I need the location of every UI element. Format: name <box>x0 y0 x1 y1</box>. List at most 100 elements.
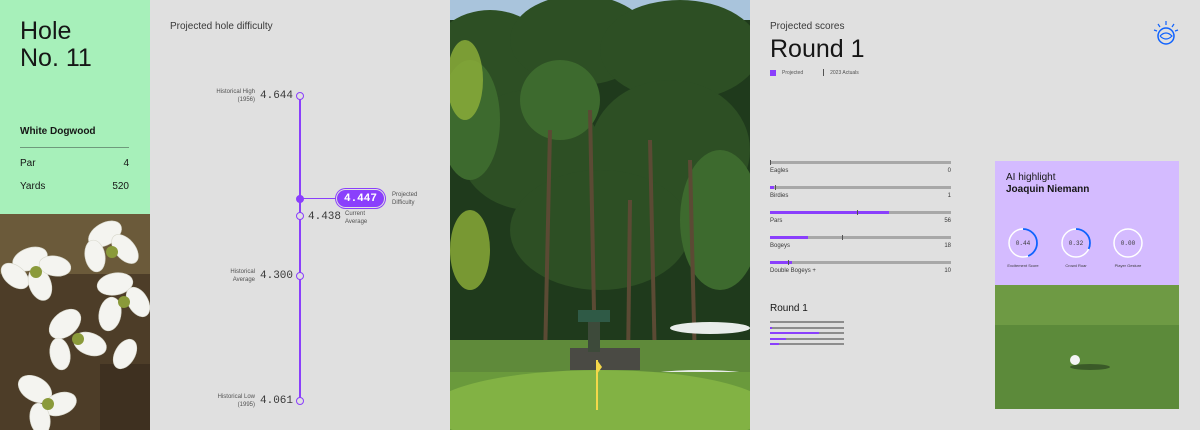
ai-gauge: 0.44 <box>1007 227 1039 259</box>
score-bar-label: Birdies 1 <box>770 193 951 199</box>
ibm-watson-logo-icon <box>1153 21 1179 45</box>
point-label-current-average: Current Average <box>345 210 405 226</box>
score-bar-projected <box>770 236 808 239</box>
hole-title-line2: No. 11 <box>20 44 92 72</box>
mini-bar-fill <box>770 326 773 329</box>
stat-label: Par <box>20 158 36 169</box>
putt-video-thumbnail[interactable] <box>995 285 1179 409</box>
projected-difficulty-label: Projected Difficulty <box>392 191 450 207</box>
score-bar-actual-marker <box>788 260 790 265</box>
score-category: Eagles <box>770 168 789 174</box>
label-line: Historical High <box>216 89 255 95</box>
gauge-value: 0.44 <box>1015 239 1031 247</box>
ai-highlight-player: Joaquin Niemann <box>1006 184 1090 195</box>
score-category: Double Bogeys + <box>770 268 816 274</box>
stat-value: 4 <box>123 158 129 169</box>
score-count: 0 <box>947 168 951 174</box>
augusta-hole-11-illustration <box>450 0 750 430</box>
gauge-caption: Excitement Score <box>1007 263 1039 268</box>
gauge-caption: Crowd Roar <box>1065 263 1087 268</box>
projected-difficulty-badge: 4.447 <box>337 190 384 207</box>
point-node <box>296 397 304 405</box>
mini-bar-track <box>770 326 844 329</box>
mini-bar-track <box>770 337 844 340</box>
score-count: 56 <box>944 218 951 224</box>
point-value-historical-low: 4.061 <box>260 395 294 407</box>
score-bar-projected <box>770 211 890 214</box>
label-line: (1995) <box>237 402 255 408</box>
hole-info-column: Hole No. 11 White Dogwood Par 4 Yards 52… <box>0 0 150 430</box>
point-node <box>296 272 304 280</box>
hole-divider <box>20 147 129 148</box>
score-bar-label: Double Bogeys + 10 <box>770 268 951 274</box>
point-value-historical-average: 4.300 <box>260 270 294 282</box>
score-bar-actual-marker <box>770 160 771 165</box>
legend-actual-label: 2023 Actuals <box>830 69 859 76</box>
score-bar-actual-marker <box>856 210 858 215</box>
mini-bar-track <box>770 343 844 345</box>
label-line: Average <box>345 219 368 225</box>
mini-bar-fill <box>770 337 786 340</box>
gauge-value: 0.32 <box>1068 239 1084 247</box>
label-line: Projected <box>392 192 418 198</box>
stat-row-par: Par 4 <box>20 158 129 169</box>
hole-name: White Dogwood <box>20 126 96 137</box>
legend-projected-label: Projected <box>782 69 804 76</box>
round-1-section-title: Round 1 <box>770 303 808 314</box>
scores-column: Projected scores Round 1 Projected 2023 … <box>750 0 1200 430</box>
point-value-current-average: 4.438 <box>308 211 342 223</box>
dogwood-flower-image <box>0 214 150 430</box>
difficulty-title: Projected hole difficulty <box>170 21 273 32</box>
score-category: Bogeys <box>770 243 791 249</box>
score-bar-track <box>770 160 951 165</box>
gauge-caption: Player Gesture <box>1114 263 1142 268</box>
point-value-historical-high: 4.644 <box>260 90 294 102</box>
difficulty-axis-line <box>299 96 301 401</box>
label-line: Average <box>232 277 255 283</box>
ai-highlight-card[interactable]: AI highlight Joaquin Niemann 0.44 Excitem… <box>995 161 1179 285</box>
score-bar-label: Eagles 0 <box>770 168 951 174</box>
ai-gauge: 0.32 <box>1060 227 1092 259</box>
point-label-historical-high: Historical High (1956) <box>195 88 255 104</box>
label-line: Historical <box>230 269 255 275</box>
ai-gauge: 0.00 <box>1112 227 1144 259</box>
round-title: Round 1 <box>770 35 865 63</box>
score-bar-track <box>770 210 951 215</box>
stat-value: 520 <box>112 181 129 192</box>
stat-label: Yards <box>20 181 46 192</box>
scores-subtitle: Projected scores <box>770 21 845 32</box>
score-count: 1 <box>947 193 951 199</box>
score-category: Birdies <box>770 193 789 199</box>
score-bar-label: Pars 56 <box>770 218 951 224</box>
point-node <box>296 212 304 220</box>
gauge-value: 0.00 <box>1120 239 1136 247</box>
score-bar-actual-marker <box>775 185 777 190</box>
label-line: Historical Low <box>217 394 255 400</box>
difficulty-column: Projected hole difficulty Historical Hig… <box>150 0 450 430</box>
score-count: 18 <box>944 243 951 249</box>
legend-projected-swatch <box>770 69 776 76</box>
putt-illustration <box>995 285 1179 409</box>
ai-highlight-label: AI highlight <box>1006 172 1056 183</box>
projected-connector <box>301 198 339 199</box>
label-line: Difficulty <box>392 200 415 206</box>
scores-legend: Projected 2023 Actuals <box>770 69 859 76</box>
hole-title: Hole No. 11 <box>20 18 140 72</box>
label-line: Current <box>345 211 366 217</box>
dogwood-flower-illustration <box>0 214 150 430</box>
score-bar-label: Bogeys 18 <box>770 243 951 249</box>
score-bar-track <box>770 235 951 240</box>
stat-row-yards: Yards 520 <box>20 181 129 192</box>
legend-actual-swatch <box>823 69 825 76</box>
hole-info-panel: Hole No. 11 White Dogwood Par 4 Yards 52… <box>0 0 150 214</box>
course-photo <box>450 0 750 430</box>
hole-title-line1: Hole <box>20 17 72 45</box>
point-label-historical-average: Historical Average <box>195 268 255 284</box>
projected-node <box>296 195 304 203</box>
score-bar-projected <box>770 186 774 189</box>
mini-bar-track <box>770 321 844 323</box>
score-bar-track <box>770 260 951 265</box>
mini-bar-fill <box>770 343 779 345</box>
score-bar-track <box>770 185 951 190</box>
score-category: Pars <box>770 218 783 224</box>
